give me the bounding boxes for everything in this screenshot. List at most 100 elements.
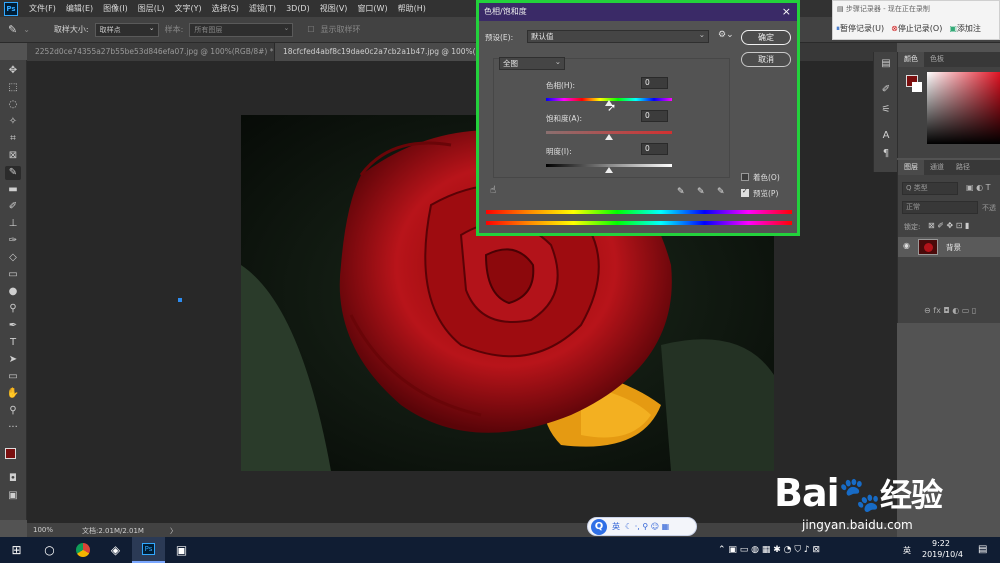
tray-lang[interactable]: 英 <box>903 545 911 556</box>
add-comment-button[interactable]: ▣添加注 <box>949 23 981 34</box>
healing-tool-icon[interactable]: ▬ <box>5 183 21 197</box>
screen-mode-icon[interactable]: ▣ <box>5 489 21 503</box>
close-icon[interactable]: × <box>782 3 791 21</box>
status-arrow-icon[interactable]: 〉 <box>170 526 177 536</box>
preview-checkbox[interactable] <box>741 187 749 197</box>
eraser-tool-icon[interactable]: ◇ <box>5 251 21 265</box>
lock-icons[interactable]: ⊠ ✐ ✥ ⊡ ▮ <box>928 221 969 230</box>
quick-mask-icon[interactable]: ◘ <box>5 472 21 486</box>
character-panel-icon[interactable]: A <box>879 130 893 144</box>
eyedropper-icon[interactable]: ✎ <box>677 187 685 197</box>
dodge-tool-icon[interactable]: ⚲ <box>5 302 21 316</box>
menu-type[interactable]: 文字(Y) <box>169 3 206 14</box>
preset-select[interactable]: 默认值 <box>527 29 709 43</box>
color-bg-swatch[interactable] <box>912 82 922 92</box>
chrome-app-icon[interactable] <box>66 537 99 563</box>
on-image-adjust-icon[interactable]: ☝ <box>490 185 496 196</box>
tab-channels[interactable]: 通道 <box>924 160 950 175</box>
zoom-tool-icon[interactable]: ⚲ <box>5 404 21 418</box>
ok-button[interactable]: 确定 <box>741 30 791 45</box>
eyedropper-tool-icon[interactable]: ✎ <box>8 23 17 36</box>
menu-edit[interactable]: 编辑(E) <box>61 3 98 14</box>
eyedropper-minus-icon[interactable]: ✎ <box>717 187 725 197</box>
lightness-input[interactable]: 0 <box>641 143 668 155</box>
channel-select[interactable]: 全图 <box>499 56 565 70</box>
more-tools-icon[interactable]: ··· <box>5 421 21 435</box>
saturation-input[interactable]: 0 <box>641 110 668 122</box>
ime-tool-icons[interactable]: ☾ ·, ⚲ ☺ ▦ <box>625 522 669 531</box>
marquee-tool-icon[interactable]: ⬚ <box>5 81 21 95</box>
notification-icon[interactable]: ▤ <box>978 544 987 555</box>
stop-record-button[interactable]: ⊗停止记录(O) <box>891 23 942 34</box>
tab-layers[interactable]: 图层 <box>898 160 924 175</box>
visibility-eye-icon[interactable]: ◉ <box>903 241 910 250</box>
blend-mode-select[interactable]: 正常 <box>902 201 978 214</box>
cancel-button[interactable]: 取消 <box>741 52 791 67</box>
rectangle-tool-icon[interactable]: ▭ <box>5 370 21 384</box>
colorize-checkbox[interactable] <box>741 173 749 181</box>
brush-panel-icon[interactable]: ✐ <box>879 84 893 98</box>
system-tray-icons[interactable]: ⌃ ▣ ▭ ◍ ▦ ✱ ◔ ⛉ ♪ ⊠ <box>718 545 820 555</box>
type-tool-icon[interactable]: T <box>5 336 21 350</box>
settings-gear-icon[interactable]: ⚙⌄ <box>718 30 734 40</box>
crop-tool-icon[interactable]: ⌗ <box>5 132 21 146</box>
history-brush-tool-icon[interactable]: ✑ <box>5 234 21 248</box>
sample-select[interactable]: 所有图层 <box>189 22 294 37</box>
adjust-panel-icon[interactable]: ⚟ <box>879 104 893 118</box>
menu-file[interactable]: 文件(F) <box>24 3 61 14</box>
brush-tool-icon[interactable]: ✐ <box>5 200 21 214</box>
menu-window[interactable]: 窗口(W) <box>352 3 392 14</box>
zoom-level[interactable]: 100% <box>33 526 53 534</box>
ime-toolbar[interactable]: Q 英 ☾ ·, ⚲ ☺ ▦ <box>587 517 697 536</box>
history-panel-icon[interactable]: ▤ <box>879 58 893 72</box>
menu-3d[interactable]: 3D(D) <box>281 4 315 13</box>
magic-wand-tool-icon[interactable]: ✧ <box>5 115 21 129</box>
eyedropper-plus-icon[interactable]: ✎ <box>697 187 705 197</box>
recorder-taskbar-icon[interactable]: ▣ <box>165 537 198 563</box>
tab-paths[interactable]: 路径 <box>950 160 976 175</box>
layer-footer-icons[interactable]: ⊖ fx ◘ ◐ ▭ ▯ <box>924 306 976 315</box>
menu-select[interactable]: 选择(S) <box>207 3 244 14</box>
tab-document-1[interactable]: 2252d0ce74355a27b55be53d846efa07.jpg @ 1… <box>27 43 275 61</box>
frame-tool-icon[interactable]: ⊠ <box>5 149 21 163</box>
hue-input[interactable]: 0 <box>641 77 668 89</box>
clock-date[interactable]: 2019/10/4 <box>922 550 963 559</box>
menu-image[interactable]: 图像(I) <box>98 3 133 14</box>
eyedropper-tool-icon[interactable]: ✎ <box>5 166 21 180</box>
search-circle-icon[interactable]: ○ <box>33 537 66 563</box>
pause-record-button[interactable]: ⏸暂停记录(U) <box>836 23 884 34</box>
photoshop-taskbar-icon[interactable]: Ps <box>132 537 165 563</box>
menu-layer[interactable]: 图层(L) <box>133 3 170 14</box>
dialog-titlebar[interactable]: 色相/饱和度 × <box>479 3 797 21</box>
saturation-slider-thumb[interactable] <box>605 134 613 140</box>
lightness-slider-thumb[interactable] <box>605 167 613 173</box>
pen-tool-icon[interactable]: ✒ <box>5 319 21 333</box>
start-windows-icon[interactable]: ⊞ <box>0 537 33 563</box>
sample-size-select[interactable]: 取样点 <box>94 22 159 37</box>
ime-lang-toggle[interactable]: 英 <box>612 521 620 532</box>
gradient-tool-icon[interactable]: ▭ <box>5 268 21 282</box>
show-ring-checkbox-icon[interactable]: ☐ <box>307 25 314 34</box>
layer-kind-filter[interactable]: Q 类型 <box>902 182 958 195</box>
menu-help[interactable]: 帮助(H) <box>393 3 431 14</box>
move-tool-icon[interactable]: ✥ <box>5 64 21 78</box>
clock-time[interactable]: 9:22 <box>932 539 950 548</box>
app-icon[interactable]: ◈ <box>99 537 132 563</box>
hand-tool-icon[interactable]: ✋ <box>5 387 21 401</box>
blur-tool-icon[interactable]: ● <box>5 285 21 299</box>
menu-view[interactable]: 视图(V) <box>315 3 353 14</box>
tab-document-2[interactable]: 18cfcfed4abf8c19dae0c2a7cb2a1b47.jpg @ 1… <box>275 43 485 61</box>
paragraph-panel-icon[interactable]: ¶ <box>879 148 893 162</box>
filter-icons[interactable]: ▣ ◐ T <box>966 183 991 192</box>
foreground-color-swatch[interactable] <box>5 448 16 459</box>
layer-row-background[interactable]: ◉ 背景 <box>898 237 1000 257</box>
path-select-tool-icon[interactable]: ➤ <box>5 353 21 367</box>
tab-swatches[interactable]: 色板 <box>924 52 950 67</box>
stamp-tool-icon[interactable]: ⊥ <box>5 217 21 231</box>
tab-color[interactable]: 颜色 <box>898 52 924 67</box>
layer-name[interactable]: 背景 <box>946 242 961 253</box>
lasso-tool-icon[interactable]: ◌ <box>5 98 21 112</box>
menu-filter[interactable]: 滤镜(T) <box>244 3 281 14</box>
lightness-label: 明度(I): <box>546 147 572 156</box>
color-field[interactable] <box>927 72 1000 144</box>
